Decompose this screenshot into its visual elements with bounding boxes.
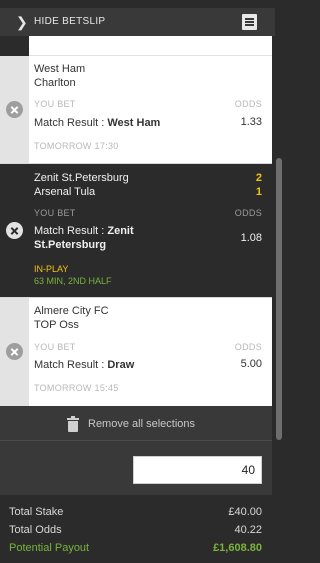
market-line: Match Result : Zenit St.Petersburg <box>34 224 204 252</box>
remove-all-row[interactable]: Remove all selections <box>0 406 272 440</box>
potential-payout-value: £1,608.80 <box>213 542 262 554</box>
remove-selection-icon[interactable] <box>6 222 23 239</box>
remove-selection-icon[interactable] <box>6 343 23 360</box>
hide-betslip-bar[interactable]: ❯ HIDE BETSLIP <box>0 8 275 36</box>
selection-pick: Draw <box>107 359 135 371</box>
remove-selection-icon[interactable] <box>6 101 23 118</box>
market-line: Match Result : Draw <box>34 358 204 372</box>
previous-selection-partial <box>29 36 272 56</box>
stake-row <box>0 440 272 495</box>
hide-betslip-label: HIDE BETSLIP <box>34 16 106 27</box>
total-stake-value: £40.00 <box>228 506 262 518</box>
selection-panel: Zenit St.Petersburg 2 Arsenal Tula 1 YOU… <box>29 164 272 297</box>
selection-panel: West Ham Charlton YOU BET ODDS Match Res… <box>29 56 272 163</box>
odds-label: ODDS <box>234 342 262 352</box>
home-team: Zenit St.Petersburg <box>34 172 129 184</box>
away-team: TOP Oss <box>34 319 79 331</box>
bet-selection: West Ham Charlton YOU BET ODDS Match Res… <box>0 56 272 163</box>
market-line: Match Result : West Ham <box>34 116 204 130</box>
home-score: 2 <box>255 172 262 184</box>
total-stake-label: Total Stake <box>9 506 64 518</box>
match-minute: 63 MIN, 2ND HALF <box>34 276 112 286</box>
kickoff-time: TOMORROW 15:45 <box>34 383 119 393</box>
totals-panel: Total Stake £40.00 Total Odds 40.22 Pote… <box>0 496 272 558</box>
selection-odds: 5.00 <box>240 358 262 370</box>
market-label: Match Result : <box>34 225 108 237</box>
selection-pick: West Ham <box>107 117 161 129</box>
in-play-status: IN-PLAY <box>34 264 69 274</box>
remove-all-label: Remove all selections <box>88 418 195 430</box>
away-score: 1 <box>255 186 262 198</box>
receipt-icon[interactable] <box>242 14 257 30</box>
total-odds-value: 40.22 <box>234 524 262 536</box>
selection-gutter <box>0 56 29 163</box>
you-bet-label: YOU BET <box>34 342 76 352</box>
home-team: Almere City FC <box>34 305 109 317</box>
scrollbar-thumb[interactable] <box>276 158 282 440</box>
bet-selection-in-play: Zenit St.Petersburg 2 Arsenal Tula 1 YOU… <box>0 164 272 297</box>
home-team: West Ham <box>34 63 86 75</box>
market-label: Match Result : <box>34 359 108 371</box>
odds-label: ODDS <box>234 99 262 109</box>
selection-odds: 1.33 <box>240 116 262 128</box>
away-team: Charlton <box>34 77 76 89</box>
trash-icon <box>67 416 79 432</box>
selection-odds: 1.08 <box>240 232 262 244</box>
kickoff-time: TOMORROW 17:30 <box>34 141 119 151</box>
bet-selection: Almere City FC TOP Oss YOU BET ODDS Matc… <box>0 298 272 406</box>
chevron-right-icon: ❯ <box>16 14 28 30</box>
potential-payout-label: Potential Payout <box>9 542 90 554</box>
you-bet-label: YOU BET <box>34 208 76 218</box>
you-bet-label: YOU BET <box>34 99 76 109</box>
selection-panel: Almere City FC TOP Oss YOU BET ODDS Matc… <box>29 298 272 406</box>
total-odds-label: Total Odds <box>9 524 62 536</box>
stake-input[interactable] <box>133 456 262 484</box>
market-label: Match Result : <box>34 117 108 129</box>
odds-label: ODDS <box>234 208 262 218</box>
selection-gutter <box>0 164 29 297</box>
selection-gutter <box>0 298 29 406</box>
away-team: Arsenal Tula <box>34 186 96 198</box>
